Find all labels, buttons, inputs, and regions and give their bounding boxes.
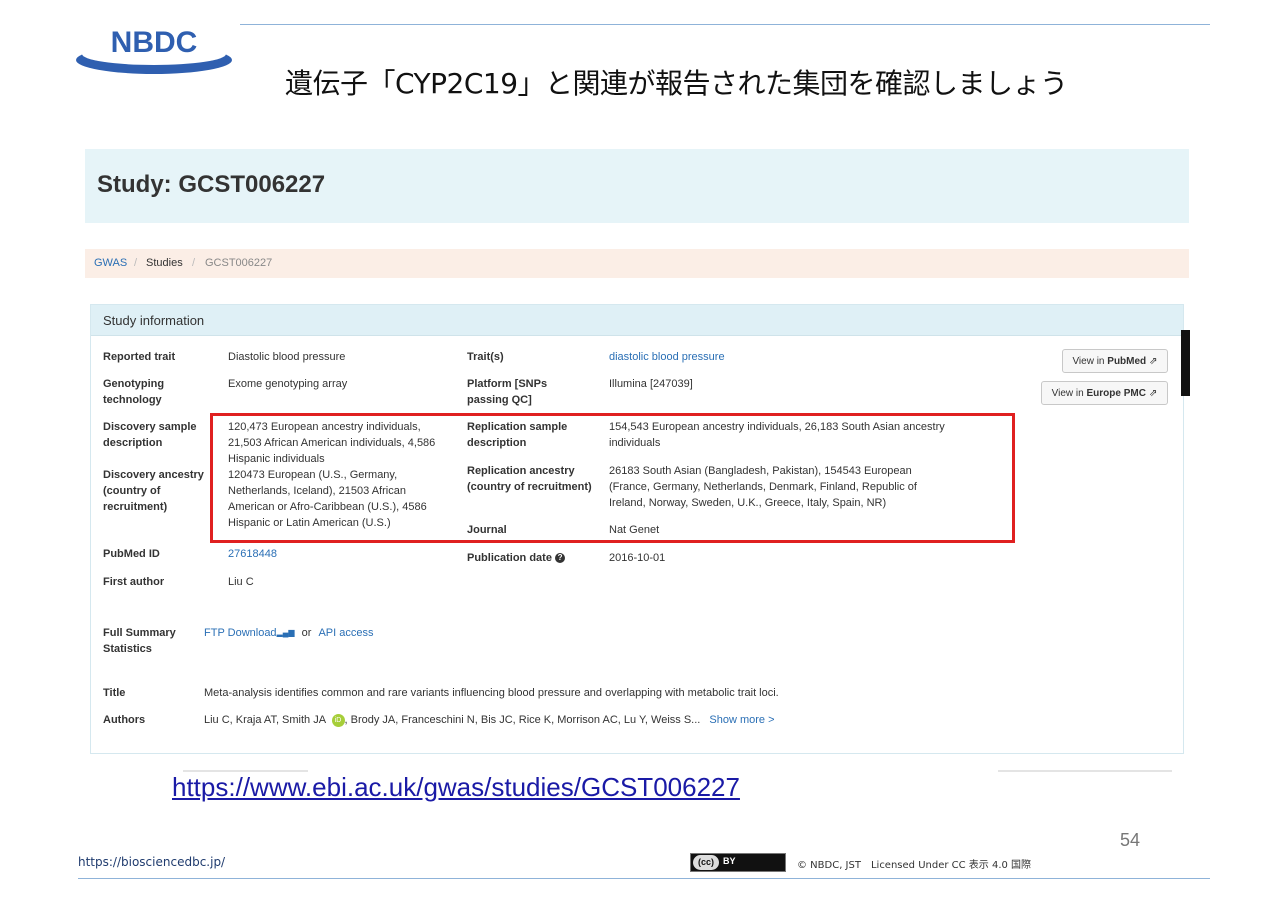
logo-text: NBDC (111, 26, 198, 59)
external-link-icon: ⇗ (1149, 356, 1158, 367)
label-title: Title (103, 687, 126, 699)
signal-icon: ▂▄▆ (276, 628, 295, 637)
slide-title: 遺伝子「CYP2C19」と関連が報告された集団を確認しましょう (285, 67, 1068, 100)
nbdc-logo: NBDC (76, 26, 232, 74)
value-authors: Liu C, Kraja AT, Smith JA iD, Brody JA, … (204, 713, 775, 727)
license-text: © NBDC, JST Licensed Under CC 表示 4.0 国際 (797, 860, 1032, 871)
breadcrumb: GWAS / Studies / GCST006227 (85, 249, 1189, 278)
label-reported-trait: Reported trait (103, 351, 176, 363)
breadcrumb-current: GCST006227 (205, 257, 273, 269)
label-traits: Trait(s) (467, 351, 504, 363)
breadcrumb-separator: / (134, 257, 138, 269)
value-title: Meta-analysis identifies common and rare… (204, 687, 779, 699)
label-pubmed-id: PubMed ID (103, 548, 160, 560)
label-first-author: First author (103, 576, 165, 588)
trait-link[interactable]: diastolic blood pressure (609, 349, 725, 365)
value-publication-date: 2016-10-01 (609, 552, 666, 564)
value-first-author: Liu C (228, 576, 254, 588)
study-header: Study: GCST006227 (85, 149, 1189, 223)
show-more-link[interactable]: Show more > (709, 714, 774, 726)
panel-title: Study information (103, 313, 205, 328)
ftp-download-link[interactable]: FTP Download (204, 627, 277, 639)
view-in-pubmed-button[interactable]: View in PubMed ⇗ (1062, 349, 1168, 373)
site-url: https://biosciencedbc.jp/ (78, 855, 226, 869)
label-full-summary-statistics: Full Summary Statistics (103, 627, 176, 655)
pubmed-id-link[interactable]: 27618448 (228, 546, 277, 562)
api-access-link[interactable]: API access (318, 627, 373, 639)
cc-icon: (cc) (693, 855, 719, 870)
label-authors: Authors (103, 714, 146, 726)
page-number: 54 (1120, 830, 1141, 850)
value-platform: Illumina [247039] (609, 378, 693, 390)
label-publication-date: Publication date ? (467, 550, 566, 566)
cc-by-badge: (cc) BY (690, 853, 786, 872)
by-label: BY (723, 856, 736, 866)
external-link-icon: ⇗ (1148, 388, 1158, 399)
summary-statistics-links: FTP Download▂▄▆ or API access (204, 627, 374, 639)
bottom-divider (78, 878, 1210, 879)
cropped-element (998, 770, 1172, 772)
highlight-box (210, 413, 1015, 543)
panel-header: Study information (91, 305, 1183, 336)
orcid-icon[interactable]: iD (331, 713, 345, 727)
label-discovery-ancestry: Discovery ancestry (country of recruitme… (103, 469, 204, 513)
scrollbar-handle (1181, 330, 1190, 396)
label-genotyping-technology: Genotyping technology (103, 378, 165, 406)
breadcrumb-gwas[interactable]: GWAS (94, 257, 127, 269)
label-platform: Platform [SNPs passing QC] (467, 378, 548, 406)
page-title: Study: GCST006227 (97, 171, 326, 198)
breadcrumb-studies[interactable]: Studies (146, 257, 183, 269)
gwas-study-url[interactable]: https://www.ebi.ac.uk/gwas/studies/GCST0… (172, 772, 740, 803)
value-reported-trait: Diastolic blood pressure (228, 351, 346, 363)
value-genotyping-technology: Exome genotyping array (228, 378, 348, 390)
view-in-europe-pmc-button[interactable]: View in Europe PMC ⇗ (1041, 381, 1168, 405)
label-discovery-sample: Discovery sample description (103, 421, 197, 449)
help-icon[interactable]: ? (555, 553, 566, 564)
breadcrumb-separator: / (192, 257, 196, 269)
top-divider (240, 24, 1210, 25)
